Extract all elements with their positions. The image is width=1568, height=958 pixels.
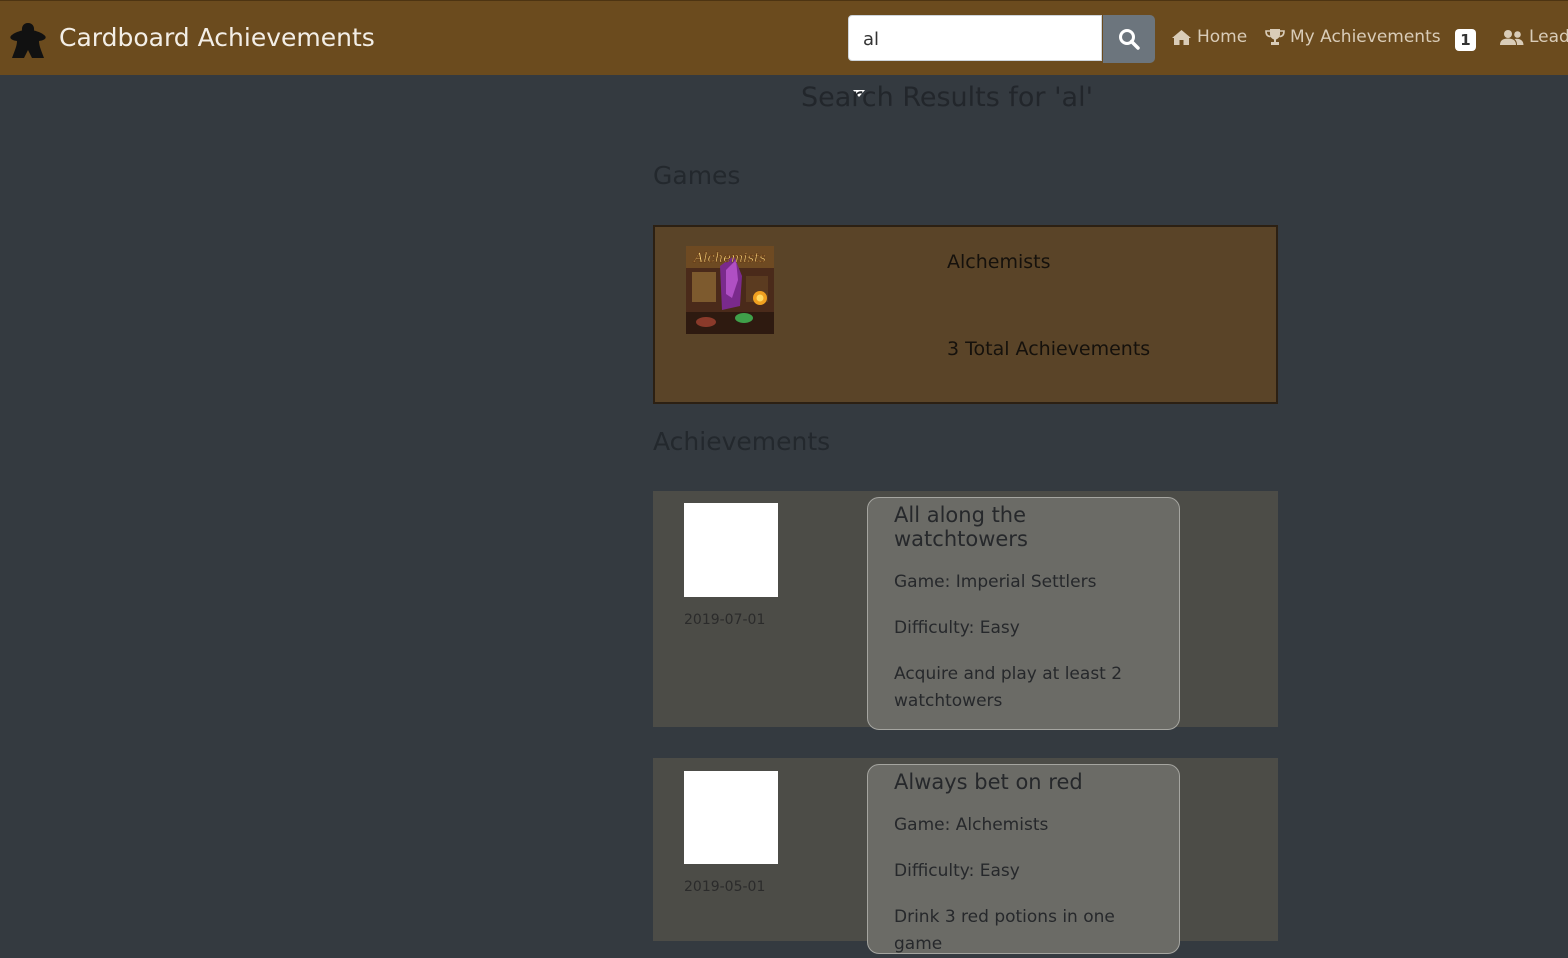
achievement-title[interactable]: Always bet on red [894, 770, 1165, 794]
achievement-date: 2019-05-01 [684, 879, 766, 895]
nav-leaderboard[interactable]: Lead [1500, 27, 1568, 47]
search-button[interactable] [1103, 15, 1155, 63]
achievement-card[interactable]: 2019-05-01 Always bet on red Game: Alche… [653, 758, 1278, 954]
achievement-difficulty: Difficulty: Easy [894, 861, 1020, 881]
brand-title[interactable]: Cardboard Achievements [59, 23, 375, 52]
trophy-icon [1265, 29, 1285, 45]
nav-leaderboard-label: Lead [1529, 27, 1568, 47]
achievement-description: Drink 3 red potions in one game [894, 907, 1115, 954]
achievement-details: All along the watchtowers Game: Imperial… [867, 497, 1180, 730]
game-name[interactable]: Alchemists [947, 251, 1051, 273]
achievement-date: 2019-07-01 [684, 612, 766, 628]
page-title: Search Results for 'al' [800, 82, 1094, 113]
achievement-details: Always bet on red Game: Alchemists Diffi… [867, 764, 1180, 954]
achievement-description: Acquire and play at least 2 watchtowers [894, 664, 1123, 711]
game-card[interactable]: Alchemists Alchemists 3 Total Achievemen… [653, 225, 1278, 404]
notification-badge[interactable]: 1 [1455, 29, 1476, 51]
achievement-image [684, 771, 778, 864]
search-icon [1119, 29, 1140, 50]
home-icon [1172, 29, 1191, 45]
achievement-image [684, 503, 778, 597]
box-art-title: Alchemists [693, 251, 766, 266]
nav-my-achievements[interactable]: My Achievements [1265, 27, 1441, 47]
games-heading: Games [653, 161, 741, 190]
top-navbar: Cardboard Achievements Home My Achieveme… [0, 0, 1568, 75]
nav-home[interactable]: Home [1171, 27, 1247, 47]
users-icon [1500, 29, 1524, 45]
achievement-difficulty: Difficulty: Easy [894, 618, 1020, 638]
achievement-game: Game: Alchemists [894, 815, 1049, 835]
achievement-title[interactable]: All along the watchtowers [894, 503, 1165, 551]
achievement-game: Game: Imperial Settlers [894, 572, 1097, 592]
achievement-card[interactable]: 2019-07-01 All along the watchtowers Gam… [653, 491, 1278, 730]
nav-home-label: Home [1197, 27, 1248, 47]
game-achievement-count: 3 Total Achievements [947, 338, 1151, 360]
game-box-art[interactable]: Alchemists [686, 246, 774, 334]
meeple-icon[interactable] [8, 21, 48, 61]
nav-my-achievements-label: My Achievements [1290, 27, 1441, 47]
search-input[interactable] [848, 15, 1102, 61]
achievements-heading: Achievements [653, 427, 831, 456]
